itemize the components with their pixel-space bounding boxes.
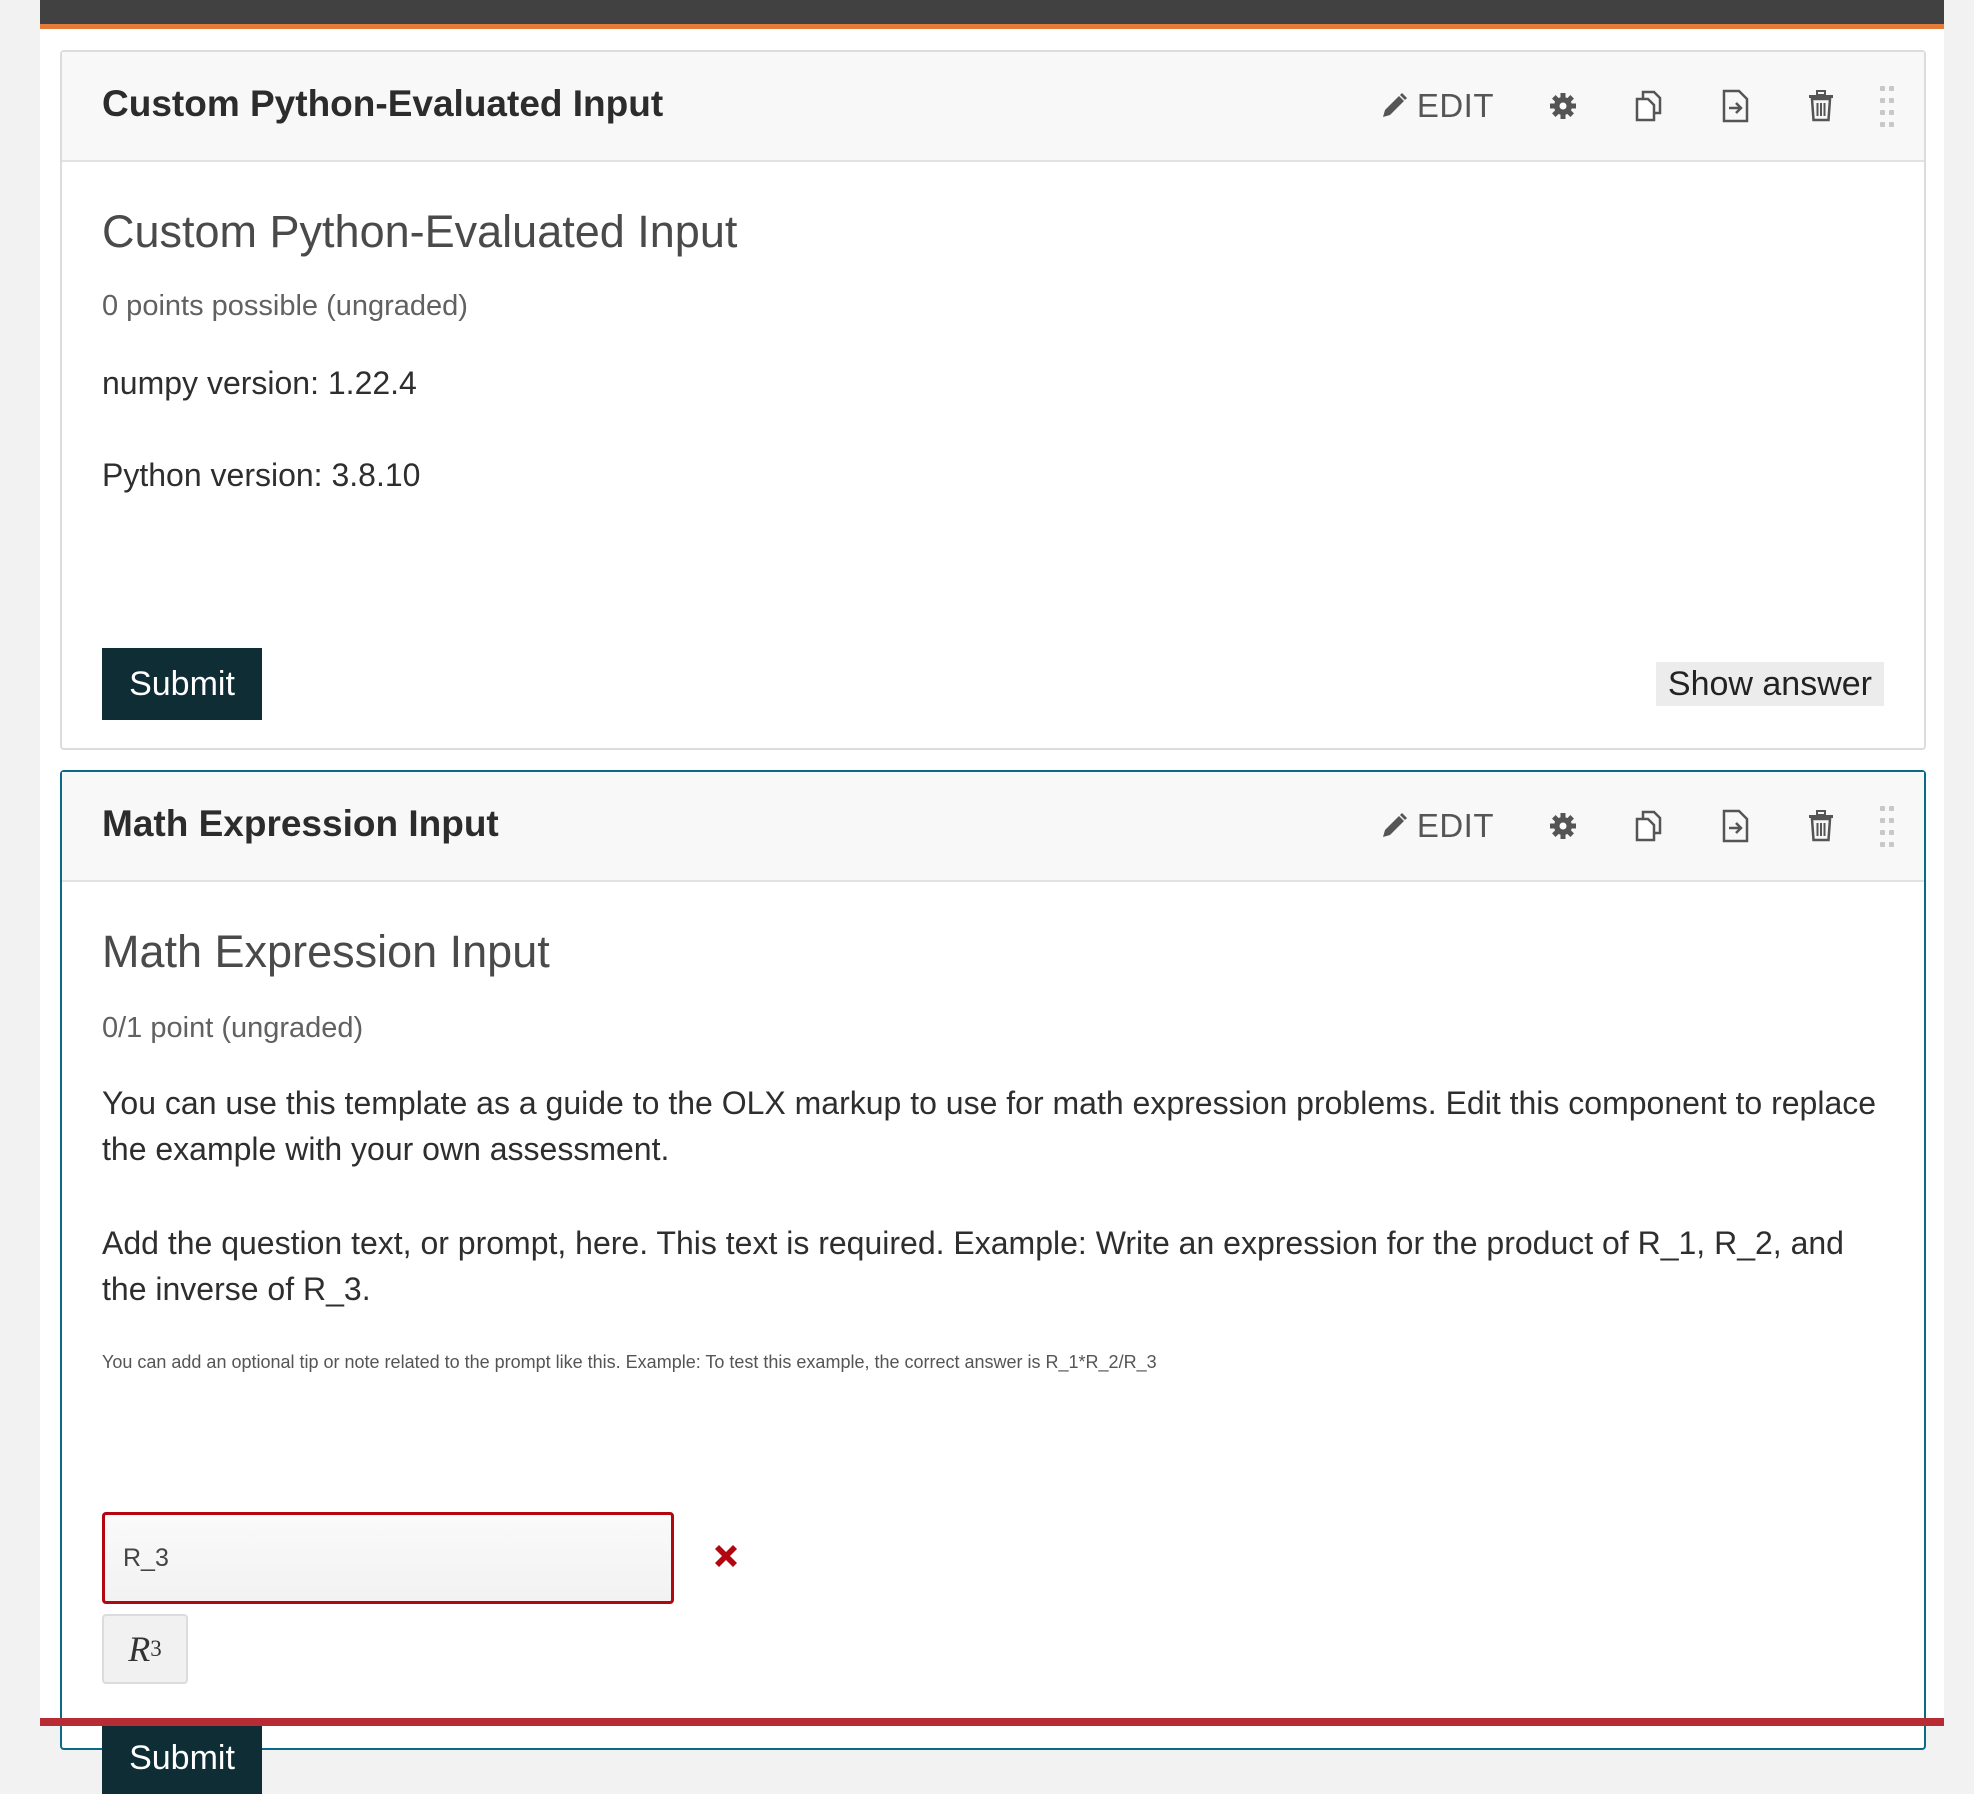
component-header: Custom Python-Evaluated Input EDIT (62, 52, 1924, 162)
trash-icon (1809, 810, 1833, 842)
settings-button[interactable] (1536, 799, 1590, 853)
edit-label: EDIT (1416, 87, 1494, 124)
top-header-bar (40, 0, 1944, 29)
gear-icon (1550, 813, 1576, 839)
pencil-icon (1382, 93, 1407, 117)
show-answer-button[interactable]: Show answer (1655, 662, 1884, 706)
pencil-icon (1382, 813, 1407, 837)
duplicate-button[interactable] (1622, 79, 1676, 133)
intro-text: You can use this template as a guide to … (102, 1085, 1877, 1167)
component-actions: EDIT (1379, 78, 1894, 134)
move-button[interactable] (1708, 79, 1762, 133)
points-label: 0/1 point (ungraded) (102, 1012, 364, 1044)
component-header-title: Custom Python-Evaluated Input (102, 83, 664, 124)
incorrect-x-icon (715, 1545, 737, 1567)
component-header: Math Expression Input EDIT (62, 772, 1924, 882)
delete-button[interactable] (1794, 79, 1848, 133)
move-button[interactable] (1708, 799, 1762, 853)
edit-label: EDIT (1416, 807, 1494, 844)
points-label: 0 points possible (ungraded) (102, 290, 468, 322)
edit-button[interactable]: EDIT (1379, 807, 1494, 845)
settings-button[interactable] (1536, 79, 1590, 133)
preview-base: R (128, 1629, 151, 1669)
trash-icon (1809, 90, 1833, 122)
gear-icon (1550, 93, 1576, 119)
drag-handle-icon[interactable] (1880, 802, 1894, 850)
question-prompt: Add the question text, or prompt, here. … (102, 1225, 1844, 1307)
python-version-text: Python version: 3.8.10 (102, 457, 421, 493)
numpy-version-text: numpy version: 1.22.4 (102, 365, 417, 401)
component-actions: EDIT (1379, 798, 1894, 854)
delete-button[interactable] (1794, 799, 1848, 853)
component-math-expression: Math Expression Input EDIT Math Expressi… (60, 770, 1926, 1794)
submit-button[interactable]: Submit (102, 648, 262, 720)
edit-button[interactable]: EDIT (1379, 87, 1494, 125)
bottom-edge-bar (40, 1718, 1944, 1726)
prompt-tip: You can add an optional tip or note rela… (102, 1352, 1157, 1372)
preview-subscript: 3 (150, 1636, 162, 1661)
move-icon (1722, 89, 1749, 123)
math-preview: R3 (102, 1614, 188, 1684)
component-custom-python: Custom Python-Evaluated Input EDIT Custo… (60, 50, 1926, 750)
problem-title: Custom Python-Evaluated Input (102, 206, 738, 257)
component-header-title: Math Expression Input (102, 803, 499, 844)
duplicate-icon (1635, 810, 1662, 842)
duplicate-button[interactable] (1622, 799, 1676, 853)
duplicate-icon (1635, 90, 1662, 122)
submit-button[interactable]: Submit (102, 1722, 262, 1794)
drag-handle-icon[interactable] (1880, 82, 1894, 130)
math-answer-input[interactable]: R_3 (102, 1512, 674, 1604)
problem-title: Math Expression Input (102, 926, 550, 977)
move-icon (1722, 809, 1749, 843)
